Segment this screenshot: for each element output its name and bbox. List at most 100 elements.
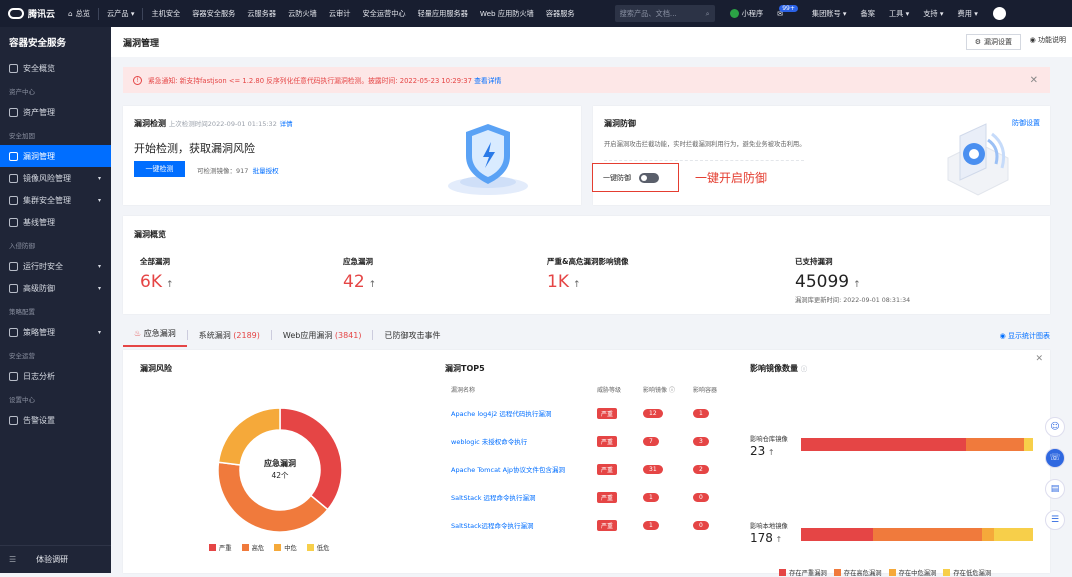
home-nav[interactable]: ⌂ 总览 [62,0,96,27]
affected-images-count[interactable]: 1 [643,521,659,530]
affected-containers-count[interactable]: 1 [693,409,709,418]
mini-program-link[interactable]: 小程序 [723,9,771,19]
bar-segment[interactable] [981,528,994,541]
sidebar-item[interactable]: 运行时安全 ▾ [0,255,111,277]
fee-label: 费用 [957,8,972,18]
col-header-name: 漏洞名称 [451,387,476,394]
vuln-stats-panel: ✕ 漏洞风险 应急漏洞 42个 严重 高危 中危 低危 漏洞TOP5 漏洞名称 … [123,350,1050,577]
bar-segment[interactable] [993,528,1033,541]
sidebar-item[interactable]: 漏洞管理 [0,145,111,167]
one-click-defense-toggle[interactable]: 一键防御 [592,163,679,192]
urgent-alert: ! 紧急通知: 新支持fastjson <= 1.2.80 反序列化任意代码执行… [123,67,1050,93]
help-link[interactable]: ◉ 功能说明 [1030,35,1066,45]
bar-segment[interactable] [1023,438,1033,451]
tools-menu[interactable]: 工具 ▾ [882,9,916,19]
stat-emergency-vulns[interactable]: 应急漏洞 42 ↑ [343,256,376,292]
vuln-defense-card: 漏洞防御 防御设置 开启漏洞攻击拦截功能，实时拦截漏洞利用行为，避免业务被攻击利… [592,106,1050,205]
one-click-detect-button[interactable]: 一键检测 [134,161,185,177]
tools-label: 工具 [888,8,904,18]
search-input[interactable]: 搜索产品、文档... ⌕ [614,5,715,22]
affected-images-count[interactable]: 1 [643,493,659,502]
tab-web[interactable]: Web应用漏洞 (3841) [272,330,373,347]
legend-swatch [209,544,216,551]
affected-images-count[interactable]: 7 [643,437,659,446]
account-menu[interactable]: 集团账号 ▾ [805,9,854,19]
close-icon[interactable]: ✕ [1030,75,1038,86]
bug-icon [9,151,18,161]
toggle-switch[interactable] [639,172,659,183]
alert-detail-link[interactable]: 查看详情 [474,75,501,85]
sidebar-item[interactable]: 日志分析 [0,365,111,387]
nav-container-security[interactable]: 容器安全服务 [186,0,241,27]
vuln-name-link[interactable]: SaltStack远程命令执行漏洞 [451,522,533,530]
affected-containers-count[interactable]: 3 [693,437,709,446]
search-icon[interactable]: ⌕ [706,9,710,19]
close-icon[interactable]: ✕ [1035,354,1043,364]
batch-authorize-link[interactable]: 批量授权 [253,167,279,175]
book-icon[interactable]: ▤ [1045,479,1065,499]
table-cell: 严重 [597,436,618,447]
sidebar-item[interactable]: 资产管理 [0,101,111,123]
nav-lighthouse[interactable]: 轻量应用服务器 [412,0,474,27]
message-button[interactable]: ✉ 99+ [770,5,805,18]
table-cell: 严重 [597,492,618,503]
beian-link[interactable]: 备案 [854,9,882,19]
vuln-name-link[interactable]: SaltStack 远程命令执行漏洞 [451,494,536,502]
bar-segment[interactable] [801,528,873,541]
list-icon[interactable]: ☰ [1045,510,1065,530]
headset-icon[interactable]: ☏ [1045,448,1065,468]
sidebar-item[interactable]: 策略管理 ▾ [0,321,111,343]
nav-cloud-products[interactable]: 云产品 ▾ [101,0,140,27]
chevron-down-icon: ▾ [97,328,101,336]
repo-images-bar [801,438,1033,451]
bar-segment[interactable] [965,438,1024,451]
affected-containers-count[interactable]: 0 [693,493,709,502]
affected-containers-count[interactable]: 0 [693,521,709,530]
nav-firewall[interactable]: 云防火墙 [282,0,323,27]
nav-audit[interactable]: 云审计 [323,0,357,27]
donut-segment[interactable] [217,407,281,466]
chevron-down-icon: ▾ [97,262,101,270]
avatar[interactable] [992,7,1006,20]
eye-icon: ◉ [999,332,1006,340]
survey-entry[interactable]: ☰ 体验调研 [0,545,111,573]
sidebar-item[interactable]: 镜像风险管理 ▾ [0,167,111,189]
fee-menu[interactable]: 费用 ▾ [951,9,985,19]
nav-cvm[interactable]: 云服务器 [241,0,282,27]
sidebar-item[interactable]: 告警设置 [0,409,111,431]
tab-system[interactable]: 系统漏洞 (2189) [188,330,271,347]
repo-images-number: 23 [750,444,766,458]
nav-tke[interactable]: 容器服务 [540,0,581,27]
stat-all-vulns[interactable]: 全部漏洞 6K ↑ [140,256,174,292]
detect-detail-link[interactable]: 详情 [280,120,293,128]
vuln-settings-button[interactable]: ⚙ 漏洞设置 [965,34,1021,50]
tencent-cloud-logo[interactable]: 腾讯云 [0,7,62,20]
legend-swatch [274,544,282,551]
bar-segment[interactable] [872,528,982,541]
vuln-name-link[interactable]: Apache Tomcat Ajp协议文件包含漏洞 [451,466,565,474]
affected-containers-count[interactable]: 2 [693,465,709,474]
vuln-name-link[interactable]: Apache log4j2 远程代码执行漏洞 [451,410,551,418]
nav-soc[interactable]: 安全运营中心 [356,0,411,27]
smile-icon[interactable]: ☺ [1045,417,1065,437]
tab-defended-events[interactable]: 已防御攻击事件 [373,330,451,347]
survey-label: 体验调研 [36,555,69,564]
sidebar-item[interactable]: 安全概览 [0,57,111,79]
info-icon[interactable]: ⓘ [801,365,808,373]
info-icon[interactable]: ⓘ [669,387,675,394]
local-images-label: 影响本地镜像 [750,523,788,530]
vuln-overview-card: 漏洞概览 全部漏洞 6K ↑ 应急漏洞 42 ↑ 严重&高危漏洞影响镜像 1K ↑ 已… [123,216,1050,314]
sidebar-item[interactable]: 高级防御 ▾ [0,277,111,299]
bar-segment[interactable] [801,438,966,451]
sidebar-item[interactable]: 集群安全管理 ▾ [0,189,111,211]
stat-critical-images[interactable]: 严重&高危漏洞影响镜像 1K ↑ [547,256,629,292]
vuln-name-link[interactable]: weblogic 未授权命令执行 [451,438,527,446]
nav-host-security[interactable]: 主机安全 [145,0,186,27]
show-chart-toggle[interactable]: ◉ 显示统计图表 [1000,331,1050,341]
tab-emergency[interactable]: ♨ 应急漏洞 [123,328,187,347]
affected-images-count[interactable]: 31 [643,465,663,474]
affected-images-count[interactable]: 12 [643,409,663,418]
support-menu[interactable]: 支持 ▾ [916,9,950,19]
nav-waf[interactable]: Web 应用防火墙 [474,0,540,27]
sidebar-item[interactable]: 基线管理 [0,211,111,233]
